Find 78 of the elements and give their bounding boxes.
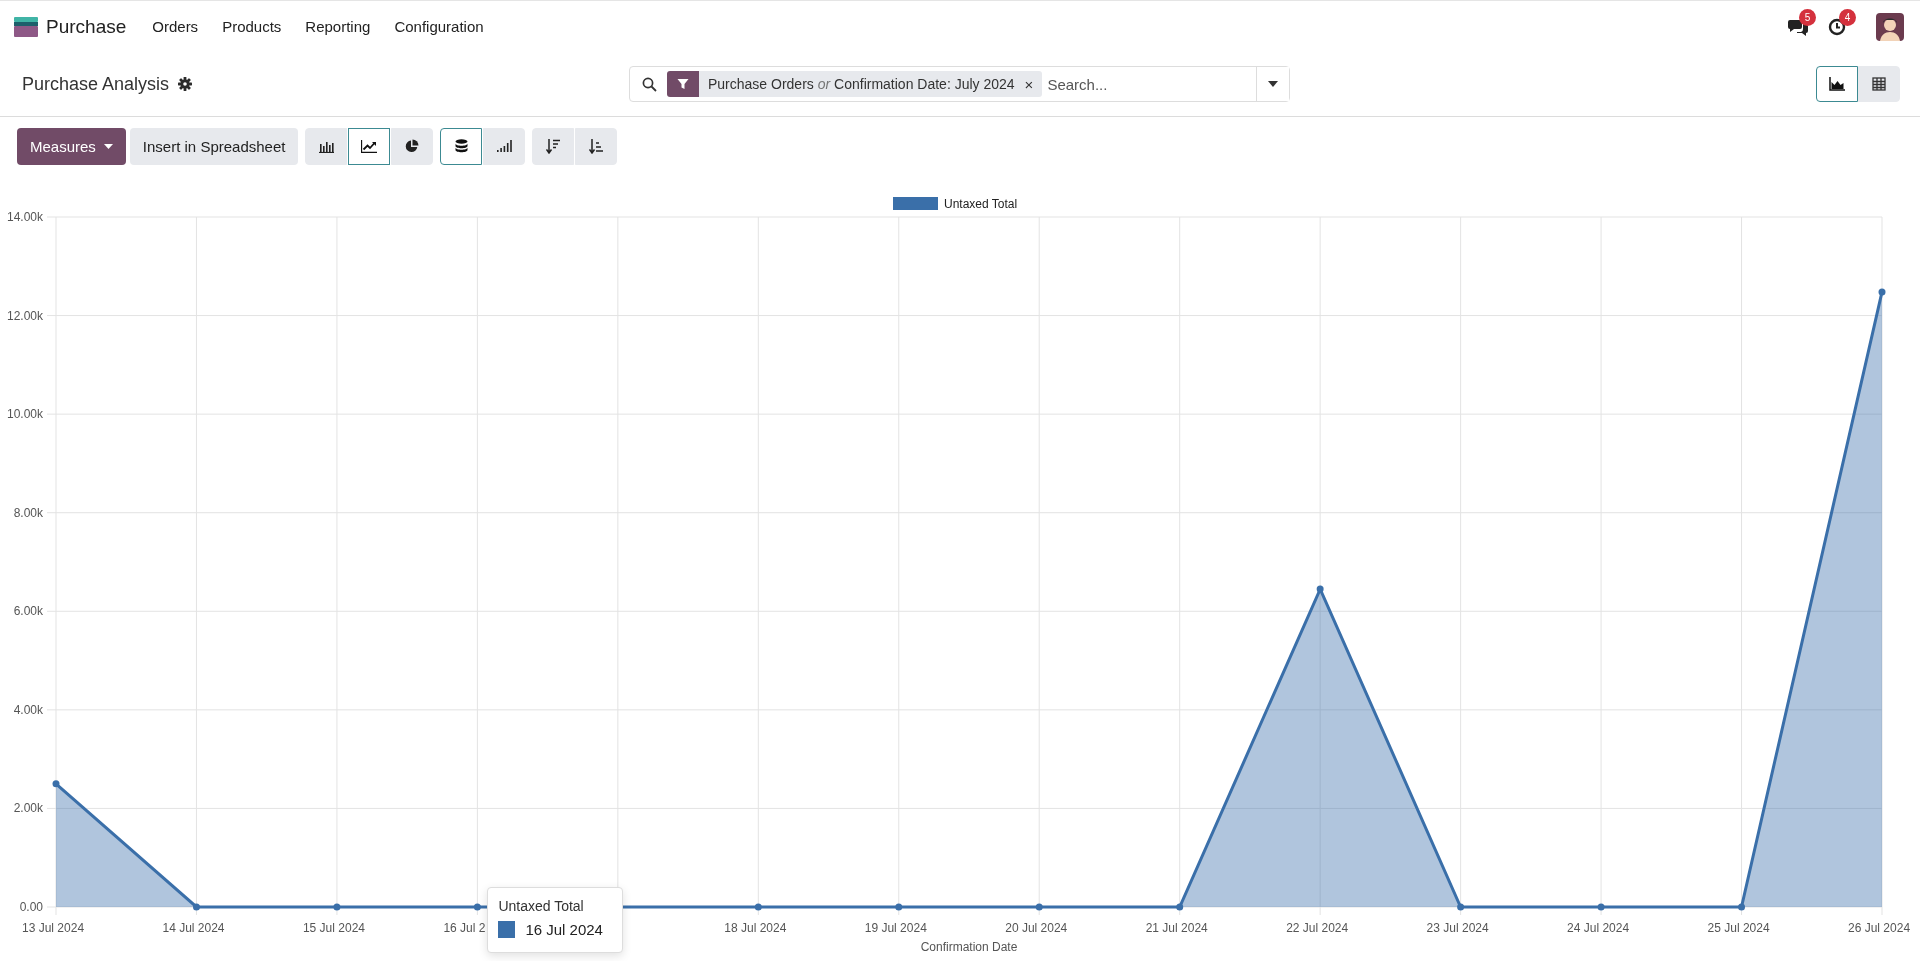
sort-ascending-button[interactable] bbox=[575, 127, 618, 165]
legend-label: Untaxed Total bbox=[944, 197, 1018, 211]
tooltip-label: 16 Jul 2024 bbox=[525, 921, 603, 938]
data-point[interactable] bbox=[895, 903, 903, 911]
x-axis-label: 13 Jul 2024 bbox=[22, 921, 85, 935]
notification-badge: 5 bbox=[1799, 8, 1816, 26]
page-title: Purchase Analysis bbox=[22, 73, 170, 95]
x-axis-label: 19 Jul 2024 bbox=[864, 921, 927, 935]
area-chart-icon bbox=[1829, 77, 1845, 91]
y-axis-label: 10.00k bbox=[6, 407, 43, 422]
data-point[interactable] bbox=[1457, 903, 1465, 911]
line-chart-icon bbox=[361, 139, 378, 153]
search-options-button[interactable] bbox=[1256, 67, 1289, 101]
sort-descending-icon bbox=[546, 138, 561, 154]
y-axis-label: 4.00k bbox=[13, 702, 43, 717]
bar-chart-icon bbox=[318, 139, 334, 153]
chart-legend[interactable]: Untaxed Total bbox=[893, 197, 1018, 211]
y-axis-label: 14.00k bbox=[6, 210, 43, 224]
filter-icon bbox=[677, 78, 689, 90]
data-point[interactable] bbox=[333, 903, 341, 911]
data-point[interactable] bbox=[1878, 288, 1886, 296]
y-axis-label: 6.00k bbox=[13, 604, 43, 619]
sort-descending-button[interactable] bbox=[532, 127, 575, 165]
app-name[interactable]: Purchase bbox=[46, 15, 127, 38]
x-axis-label: 23 Jul 2024 bbox=[1426, 921, 1489, 935]
sort-ascending-icon bbox=[589, 138, 604, 154]
data-point[interactable] bbox=[1597, 903, 1605, 911]
caret-icon bbox=[103, 143, 113, 149]
x-axis-label: 20 Jul 2024 bbox=[1005, 921, 1068, 935]
x-axis-title: Confirmation Date bbox=[920, 940, 1018, 954]
search-icon[interactable] bbox=[642, 76, 657, 92]
data-point[interactable] bbox=[473, 903, 481, 911]
caret-icon bbox=[1268, 81, 1278, 87]
database-icon bbox=[454, 138, 468, 154]
cumulative-button[interactable] bbox=[483, 127, 526, 165]
settings-icon[interactable] bbox=[178, 77, 193, 91]
notification-badge: 4 bbox=[1839, 8, 1856, 26]
data-point[interactable] bbox=[1176, 903, 1184, 911]
x-axis-label: 15 Jul 2024 bbox=[302, 921, 365, 935]
data-point[interactable] bbox=[1316, 585, 1324, 593]
data-point[interactable] bbox=[754, 903, 762, 911]
stacked-button[interactable] bbox=[440, 127, 483, 165]
x-axis-label: 22 Jul 2024 bbox=[1286, 921, 1349, 935]
table-icon bbox=[1872, 77, 1886, 91]
y-axis-label: 8.00k bbox=[13, 505, 43, 520]
clock-icon[interactable] bbox=[1828, 17, 1846, 36]
pivot-view-button[interactable] bbox=[1858, 66, 1900, 102]
app-icon[interactable] bbox=[14, 16, 38, 37]
menu-item[interactable]: Configuration bbox=[394, 18, 484, 35]
menu-item[interactable]: Reporting bbox=[305, 18, 371, 35]
y-axis-label: 2.00k bbox=[13, 801, 43, 816]
pie-chart-button[interactable] bbox=[391, 127, 434, 165]
data-point[interactable] bbox=[192, 903, 200, 911]
x-axis-label: 16 Jul 2 bbox=[443, 921, 486, 935]
x-axis-label: 24 Jul 2024 bbox=[1567, 921, 1630, 935]
pie-chart-icon bbox=[405, 139, 420, 153]
menu-item[interactable]: Orders bbox=[152, 18, 199, 35]
data-point[interactable] bbox=[52, 780, 60, 788]
data-point[interactable] bbox=[1035, 903, 1043, 911]
measures-button[interactable]: Measures bbox=[17, 127, 126, 165]
rising-bars-icon bbox=[496, 140, 512, 152]
y-axis-label: 12.00k bbox=[6, 308, 43, 323]
x-axis-label: 21 Jul 2024 bbox=[1145, 921, 1208, 935]
insert-spreadsheet-button[interactable]: Insert in Spreadsheet bbox=[129, 127, 299, 165]
graph-view-button[interactable] bbox=[1816, 66, 1858, 102]
data-point[interactable] bbox=[1738, 903, 1746, 911]
x-axis-label: 25 Jul 2024 bbox=[1707, 921, 1770, 935]
tooltip-title: Untaxed Total bbox=[498, 898, 585, 914]
filter-facet: Purchase Orders or Confirmation Date: July 2024 bbox=[699, 71, 1019, 97]
user-avatar[interactable] bbox=[1876, 12, 1904, 41]
menu-item[interactable]: Products bbox=[222, 18, 282, 35]
bar-chart-button[interactable] bbox=[305, 127, 348, 165]
line-chart-button[interactable] bbox=[348, 127, 391, 165]
x-axis-label: 14 Jul 2024 bbox=[162, 921, 225, 935]
x-axis-label: 26 Jul 2024 bbox=[1848, 921, 1911, 935]
y-axis-label: 0.00 bbox=[19, 900, 43, 914]
x-axis-label: 18 Jul 2024 bbox=[724, 921, 787, 935]
remove-filter-button[interactable]: × bbox=[1018, 71, 1043, 97]
